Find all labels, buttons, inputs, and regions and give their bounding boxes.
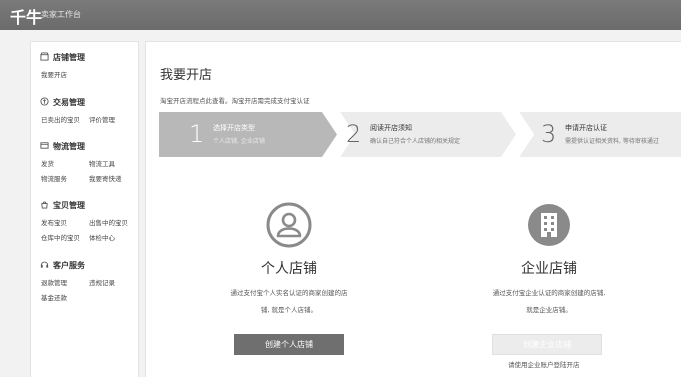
step-3: 3 申请开店认证 需提供认证相关资料, 等待审核通过 (501, 112, 681, 157)
service-icon (40, 261, 49, 268)
transaction-icon (40, 97, 49, 106)
step-progress: 1 选择开店类型 个人店铺, 企业店铺 2 阅读开店须知 确认自己符合个人店铺的… (159, 112, 681, 157)
sidebar-link-sold-items[interactable]: 已卖出的宝贝 (41, 114, 80, 124)
sidebar-link-logistics-tools[interactable]: 物流工具 (89, 158, 115, 168)
step-2-title: 阅读开店须知 (370, 124, 412, 132)
sidebar-link-items-in-stock[interactable]: 仓库中的宝贝 (41, 232, 80, 242)
main-content: 我要开店 淘宝开店流程点此查看。淘宝开店需完成支付宝认证 1 选择开店类型 个人… (145, 41, 681, 377)
personal-shop-description: 通过支付宝个人实名认证的商家创建的店铺, 就是个人店铺。 (230, 289, 348, 314)
sidebar-link-ship[interactable]: 发货 (41, 158, 54, 168)
person-icon (266, 202, 312, 248)
sidebar-section-title: 交易管理 (40, 97, 85, 108)
step-3-number: 3 (541, 120, 557, 148)
goods-icon (41, 201, 48, 209)
sidebar-section-title: 物流管理 (40, 141, 85, 152)
personal-shop-title: 个人店铺 (261, 261, 317, 277)
sidebar-link-items-on-sale[interactable]: 出售中的宝贝 (89, 217, 128, 227)
sidebar-link-open-shop[interactable]: 我要开店 (41, 69, 67, 79)
shop-icon (40, 52, 49, 61)
create-personal-shop-button[interactable]: 创建个人店铺 (234, 334, 344, 355)
sidebar: 店铺管理 我要开店 交易管理 已卖出的宝贝 评价管理 物流管理 发货 物流工具 … (30, 41, 139, 377)
sidebar-link-health-check[interactable]: 体检中心 (89, 232, 115, 242)
sidebar-link-violations[interactable]: 违规记录 (89, 277, 115, 287)
create-enterprise-shop-button[interactable]: 创建企业店铺 (492, 334, 602, 355)
step-2: 2 阅读开店须知 确认自己符合个人店铺的相关规定 (322, 112, 516, 157)
sidebar-link-publish-item[interactable]: 发布宝贝 (41, 217, 67, 227)
app-logo[interactable]: 千牛 (10, 4, 42, 28)
page-title: 我要开店 (160, 68, 213, 83)
sidebar-link-send-express[interactable]: 我要寄快递 (89, 173, 122, 183)
shop-process-notice[interactable]: 淘宝开店流程点此查看。淘宝开店需完成支付宝认证 (160, 95, 310, 105)
sidebar-section-title: 店铺管理 (40, 52, 85, 63)
step-3-title: 申请开店认证 (565, 124, 607, 132)
step-2-description: 确认自己符合个人店铺的相关规定 (370, 138, 461, 145)
building-icon (528, 204, 570, 246)
step-3-description: 需提供认证相关资料, 等待审核通过 (565, 138, 659, 145)
sidebar-link-reviews[interactable]: 评价管理 (89, 114, 115, 124)
sidebar-section-title: 宝贝管理 (40, 200, 85, 211)
step-1-title: 选择开店类型 (213, 124, 255, 132)
logistics-icon (40, 142, 49, 149)
enterprise-login-note: 请使用企业账户登陆开店 (508, 361, 580, 369)
step-3-shape (517, 112, 681, 157)
enterprise-shop-title: 企业店铺 (521, 261, 577, 277)
step-2-number: 2 (346, 120, 362, 148)
step-1-shape (159, 112, 337, 157)
app-subtitle: 卖家工作台 (41, 10, 81, 19)
sidebar-link-fund-repayment[interactable]: 基金还款 (41, 292, 67, 302)
sidebar-section-title: 客户服务 (40, 260, 85, 271)
sidebar-link-refunds[interactable]: 退款管理 (41, 277, 67, 287)
step-1-description: 个人店铺, 企业店铺 (213, 138, 265, 145)
sidebar-link-logistics-service[interactable]: 物流服务 (41, 173, 67, 183)
enterprise-shop-description: 通过支付宝企业认证的商家创建的店铺, 就是企业店铺。 (492, 289, 606, 314)
step-1-number: 1 (189, 120, 205, 148)
step-1: 1 选择开店类型 个人店铺, 企业店铺 (159, 112, 337, 157)
top-bar: 千牛 卖家工作台 (0, 0, 681, 30)
